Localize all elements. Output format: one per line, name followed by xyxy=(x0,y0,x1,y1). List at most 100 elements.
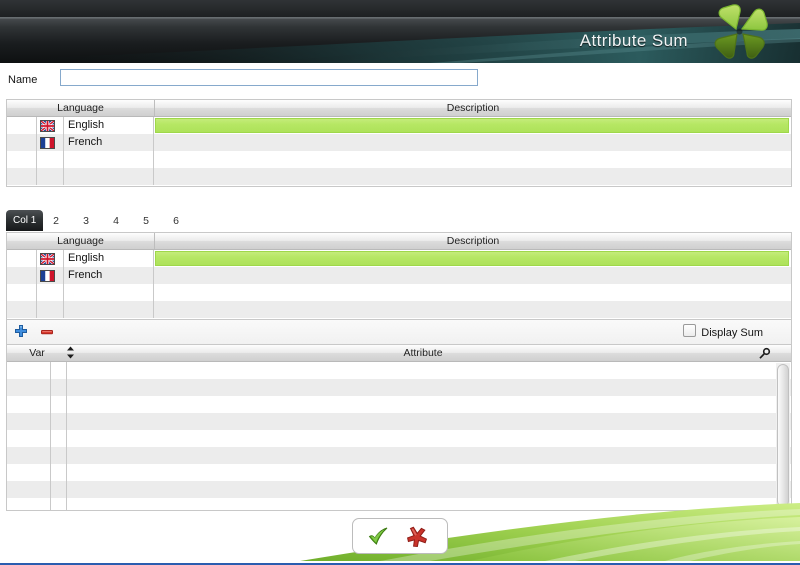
name-input[interactable] xyxy=(60,69,478,86)
cell-divider xyxy=(50,498,51,511)
ok-button[interactable] xyxy=(366,525,390,549)
cell-attribute[interactable] xyxy=(67,362,773,379)
cell-attribute[interactable] xyxy=(67,379,773,396)
display-sum-checkbox[interactable]: Display Sum xyxy=(683,324,763,339)
column-header-language[interactable]: Language xyxy=(7,233,154,249)
cell-divider xyxy=(50,379,51,396)
language-description-table: Language Description EnglishFrench xyxy=(6,99,792,187)
cell-divider xyxy=(153,151,154,168)
cell-description[interactable] xyxy=(157,284,785,301)
title-bar: Attribute Sum xyxy=(0,0,800,63)
table-row[interactable] xyxy=(7,284,791,301)
attribute-table-scrollbar[interactable] xyxy=(776,363,790,510)
table-header-row: Language Description xyxy=(7,233,791,250)
table-row[interactable] xyxy=(7,362,791,379)
table-body: EnglishFrench xyxy=(7,117,791,185)
cell-language: English xyxy=(64,250,152,267)
cell-description[interactable] xyxy=(157,250,785,267)
table-row[interactable] xyxy=(7,151,791,168)
cancel-button[interactable] xyxy=(405,525,429,549)
table-body xyxy=(7,362,791,511)
column-language-description-table: Language Description EnglishFrench xyxy=(6,232,792,320)
cell-var[interactable] xyxy=(7,379,49,396)
flag-uk-icon xyxy=(40,120,55,132)
column-header-var[interactable]: Var xyxy=(7,345,67,361)
checkbox-box[interactable] xyxy=(683,324,696,337)
table-row[interactable] xyxy=(7,301,791,318)
table-row[interactable]: English xyxy=(7,117,791,134)
cell-divider xyxy=(36,134,37,151)
column-header-language[interactable]: Language xyxy=(7,100,154,116)
sort-updown-icon[interactable] xyxy=(66,346,75,359)
tab-2[interactable]: 2 xyxy=(45,212,67,231)
magnifier-icon[interactable] xyxy=(758,347,771,360)
cell-divider xyxy=(153,267,154,284)
cell-attribute[interactable] xyxy=(67,464,773,481)
cell-description[interactable] xyxy=(157,267,785,284)
cell-divider xyxy=(36,284,37,301)
cell-divider xyxy=(153,284,154,301)
tab-3[interactable]: 3 xyxy=(75,212,97,231)
cell-attribute[interactable] xyxy=(67,481,773,498)
table-row[interactable]: French xyxy=(7,267,791,284)
column-header-description[interactable]: Description xyxy=(155,233,791,249)
cell-var[interactable] xyxy=(7,498,49,511)
table-row[interactable] xyxy=(7,168,791,185)
cell-var[interactable] xyxy=(7,430,49,447)
plus-icon[interactable] xyxy=(13,324,29,340)
cell-attribute[interactable] xyxy=(67,396,773,413)
cell-divider xyxy=(50,447,51,464)
cell-divider xyxy=(50,396,51,413)
cell-divider xyxy=(50,362,51,379)
table-row[interactable] xyxy=(7,396,791,413)
display-sum-label: Display Sum xyxy=(701,327,763,339)
cell-var[interactable] xyxy=(7,396,49,413)
minus-icon[interactable] xyxy=(39,324,55,340)
cell-var[interactable] xyxy=(7,447,49,464)
table-row[interactable] xyxy=(7,447,791,464)
column-tabs: Col 123456 xyxy=(6,210,792,231)
cell-divider xyxy=(50,413,51,430)
tab-col-1[interactable]: Col 1 xyxy=(6,210,43,231)
column-header-description[interactable]: Description xyxy=(155,100,791,116)
cell-language xyxy=(64,284,152,301)
cell-var[interactable] xyxy=(7,362,49,379)
table-row[interactable] xyxy=(7,464,791,481)
cell-divider xyxy=(36,151,37,168)
cell-language xyxy=(64,151,152,168)
attribute-toolbar: Display Sum xyxy=(6,320,792,344)
cell-description[interactable] xyxy=(157,117,785,134)
tab-5[interactable]: 5 xyxy=(135,212,157,231)
scrollbar-thumb[interactable] xyxy=(777,364,789,507)
name-row: Name xyxy=(0,63,800,99)
cell-description[interactable] xyxy=(157,134,785,151)
header-divider xyxy=(154,233,155,249)
table-row[interactable] xyxy=(7,430,791,447)
table-row[interactable] xyxy=(7,481,791,498)
tab-6[interactable]: 6 xyxy=(165,212,187,231)
cell-language xyxy=(64,168,152,185)
cell-var[interactable] xyxy=(7,464,49,481)
butterfly-logo-icon xyxy=(706,4,778,62)
cell-var[interactable] xyxy=(7,481,49,498)
table-row[interactable] xyxy=(7,413,791,430)
green-check-icon xyxy=(366,525,390,549)
tab-4[interactable]: 4 xyxy=(105,212,127,231)
table-row[interactable] xyxy=(7,498,791,511)
table-row[interactable]: English xyxy=(7,250,791,267)
table-row[interactable] xyxy=(7,379,791,396)
cell-var[interactable] xyxy=(7,413,49,430)
cell-attribute[interactable] xyxy=(67,447,773,464)
header-divider xyxy=(154,100,155,116)
cell-description[interactable] xyxy=(157,151,785,168)
cell-attribute[interactable] xyxy=(67,498,773,511)
column-header-attribute[interactable]: Attribute xyxy=(68,345,778,361)
cell-description[interactable] xyxy=(157,168,785,185)
flag-france-icon xyxy=(40,137,55,149)
cell-attribute[interactable] xyxy=(67,430,773,447)
table-row[interactable]: French xyxy=(7,134,791,151)
flag-uk-icon xyxy=(40,253,55,265)
cell-divider xyxy=(36,301,37,318)
cell-attribute[interactable] xyxy=(67,413,773,430)
cell-description[interactable] xyxy=(157,301,785,318)
